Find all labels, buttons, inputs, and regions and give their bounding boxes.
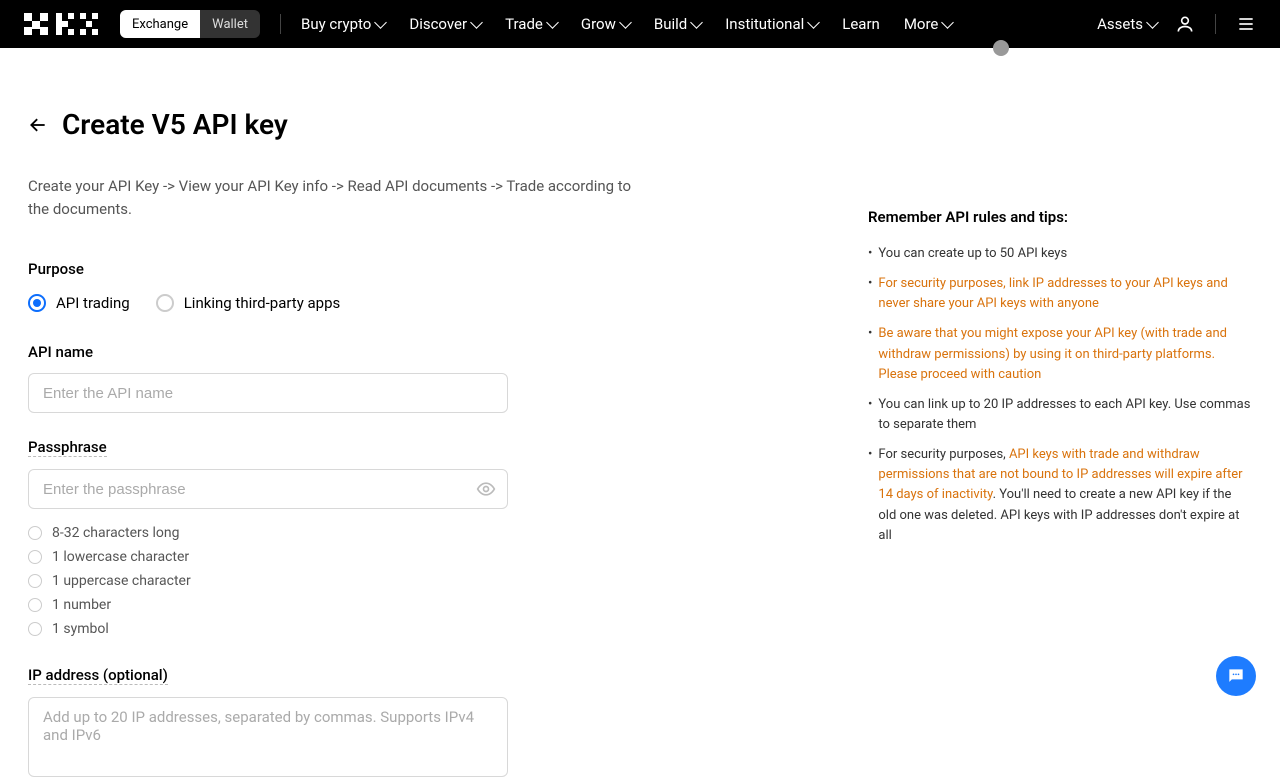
page-subtitle: Create your API Key -> View your API Key… xyxy=(28,175,648,220)
form-column: Create V5 API key Create your API Key ->… xyxy=(28,108,808,781)
nav-label: Grow xyxy=(581,15,616,33)
rule-text: 1 symbol xyxy=(52,621,109,637)
main-content: Create V5 API key Create your API Key ->… xyxy=(0,48,1280,781)
radio-label: Linking third-party apps xyxy=(184,294,341,312)
check-circle-icon xyxy=(28,550,42,564)
tip-item: You can create up to 50 API keys xyxy=(868,244,1252,264)
check-circle-icon xyxy=(28,598,42,612)
tips-title: Remember API rules and tips: xyxy=(868,208,1252,226)
passphrase-input[interactable] xyxy=(28,469,508,509)
rule-text: 1 uppercase character xyxy=(52,573,191,589)
profile-icon[interactable] xyxy=(1175,14,1195,34)
chevron-down-icon xyxy=(546,16,559,29)
rule-text: 1 number xyxy=(52,597,111,613)
ip-address-input[interactable] xyxy=(28,697,508,777)
logo[interactable] xyxy=(24,13,104,35)
chat-button[interactable] xyxy=(1216,656,1256,696)
tips-list: You can create up to 50 API keys For secu… xyxy=(868,244,1252,546)
loading-dot-icon xyxy=(993,40,1009,56)
passphrase-rule: 1 lowercase character xyxy=(28,549,808,565)
assets-menu[interactable]: Assets xyxy=(1097,15,1157,33)
nav-label: Institutional xyxy=(725,15,804,33)
nav-trade[interactable]: Trade xyxy=(505,15,557,33)
back-arrow-icon[interactable] xyxy=(28,115,48,135)
purpose-label: Purpose xyxy=(28,260,808,278)
rule-text: 1 lowercase character xyxy=(52,549,189,565)
api-name-label: API name xyxy=(28,343,93,361)
exchange-tab[interactable]: Exchange xyxy=(120,10,200,38)
chevron-down-icon xyxy=(619,16,632,29)
nav-institutional[interactable]: Institutional xyxy=(725,15,818,33)
chevron-down-icon xyxy=(470,16,483,29)
passphrase-rule: 1 number xyxy=(28,597,808,613)
passphrase-rules: 8-32 characters long1 lowercase characte… xyxy=(28,525,808,637)
passphrase-rule: 1 uppercase character xyxy=(28,573,808,589)
right-nav: Assets xyxy=(1097,14,1256,34)
nav-learn[interactable]: Learn xyxy=(842,15,880,33)
chevron-down-icon xyxy=(942,16,955,29)
mode-toggle: Exchange Wallet xyxy=(120,10,260,38)
nav-label: Buy crypto xyxy=(301,15,371,33)
nav-label: Build xyxy=(654,15,687,33)
divider xyxy=(1215,14,1216,34)
api-name-input[interactable] xyxy=(28,373,508,413)
nav-build[interactable]: Build xyxy=(654,15,701,33)
nav-label: Discover xyxy=(409,15,467,33)
nav-label: Learn xyxy=(842,15,880,33)
chevron-down-icon xyxy=(374,16,387,29)
radio-checked-icon xyxy=(28,294,46,312)
nav-buy-crypto[interactable]: Buy crypto xyxy=(301,15,385,33)
radio-label: API trading xyxy=(56,294,130,312)
wallet-tab[interactable]: Wallet xyxy=(200,10,260,38)
chevron-down-icon xyxy=(690,16,703,29)
tips-column: Remember API rules and tips: You can cre… xyxy=(868,108,1252,781)
main-nav: Buy crypto Discover Trade Grow Build Institut… xyxy=(301,15,952,33)
nav-label: More xyxy=(904,15,939,33)
nav-grow[interactable]: Grow xyxy=(581,15,630,33)
tip-item: For security purposes, link IP addresses… xyxy=(868,274,1252,314)
assets-label: Assets xyxy=(1097,15,1143,33)
page-title: Create V5 API key xyxy=(62,108,288,141)
radio-unchecked-icon xyxy=(156,294,174,312)
check-circle-icon xyxy=(28,574,42,588)
ip-label: IP address (optional) xyxy=(28,666,168,685)
nav-label: Trade xyxy=(505,15,543,33)
nav-discover[interactable]: Discover xyxy=(409,15,481,33)
tip-item: You can link up to 20 IP addresses to ea… xyxy=(868,395,1252,435)
chevron-down-icon xyxy=(1146,16,1159,29)
tip-item: For security purposes, API keys with tra… xyxy=(868,445,1252,546)
eye-icon[interactable] xyxy=(476,479,496,499)
nav-more[interactable]: More xyxy=(904,15,953,33)
purpose-api-trading[interactable]: API trading xyxy=(28,294,130,312)
passphrase-rule: 1 symbol xyxy=(28,621,808,637)
check-circle-icon xyxy=(28,622,42,636)
hamburger-icon[interactable] xyxy=(1236,14,1256,34)
purpose-third-party[interactable]: Linking third-party apps xyxy=(156,294,341,312)
top-nav: Exchange Wallet Buy crypto Discover Trade G… xyxy=(0,0,1280,48)
passphrase-label: Passphrase xyxy=(28,438,107,457)
tip-item: Be aware that you might expose your API … xyxy=(868,324,1252,384)
chevron-down-icon xyxy=(807,16,820,29)
divider xyxy=(280,14,281,34)
